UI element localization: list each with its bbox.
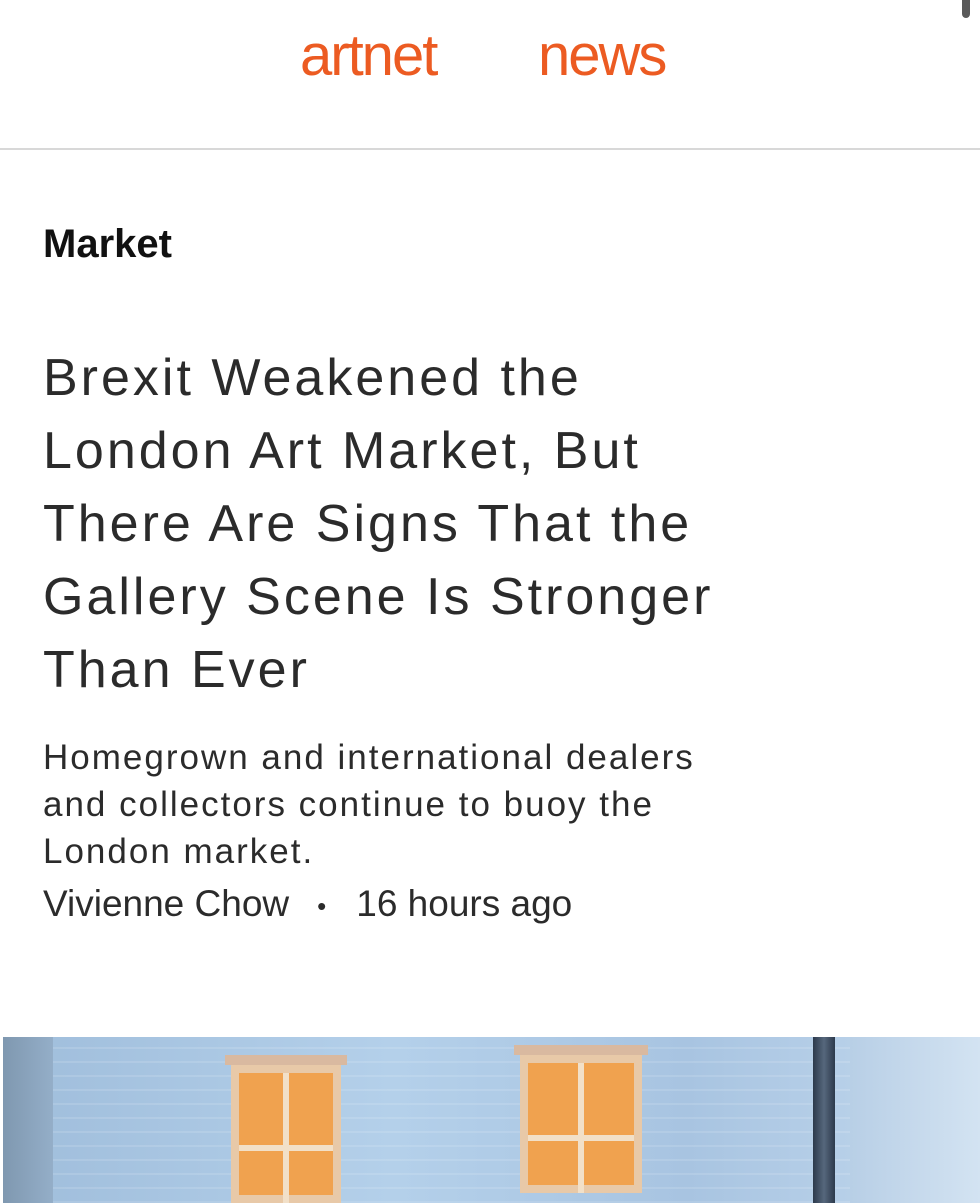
page: artnet news Market Brexit Weakened the L… [0, 0, 980, 1203]
window-lintel [514, 1045, 648, 1055]
headline-line: Gallery Scene Is Stronger [43, 568, 714, 626]
window-right [514, 1045, 648, 1193]
dek-line: and collectors continue to buoy the [43, 785, 654, 824]
window-mullion-horizontal [239, 1145, 333, 1151]
headline-line: London Art Market, But [43, 422, 641, 480]
window-mullion-horizontal [528, 1135, 634, 1141]
wall-edge-right [850, 1037, 980, 1203]
scrollbar-thumb[interactable] [962, 0, 970, 18]
byline-separator: • [317, 890, 327, 921]
wall-edge-left [3, 1037, 53, 1203]
headline-line: There Are Signs That the [43, 495, 693, 553]
headline-line: Brexit Weakened the [43, 349, 582, 407]
dek-line: Homegrown and international dealers [43, 738, 695, 777]
site-header: artnet news [0, 0, 980, 150]
drain-pipe [813, 1037, 835, 1203]
logo-word-artnet: artnet [300, 23, 438, 88]
window-mullion-vertical [283, 1073, 289, 1203]
article-hero-image[interactable] [3, 1037, 980, 1203]
logo-word-news: news [538, 23, 667, 88]
window-mullion-vertical [578, 1063, 584, 1193]
article-headline[interactable]: Brexit Weakened the London Art Market, B… [43, 342, 923, 707]
byline: Vivienne Chow • 16 hours ago [43, 883, 572, 925]
article-dek: Homegrown and international dealers and … [43, 734, 923, 875]
artnet-news-logo[interactable]: artnet news [0, 22, 980, 102]
headline-line: Than Ever [43, 641, 310, 699]
window-lintel [225, 1055, 347, 1065]
category-label[interactable]: Market [43, 222, 172, 267]
window-left [225, 1055, 347, 1203]
dek-line: London market. [43, 832, 315, 871]
publish-time: 16 hours ago [356, 883, 573, 924]
author-name[interactable]: Vivienne Chow [43, 883, 289, 924]
